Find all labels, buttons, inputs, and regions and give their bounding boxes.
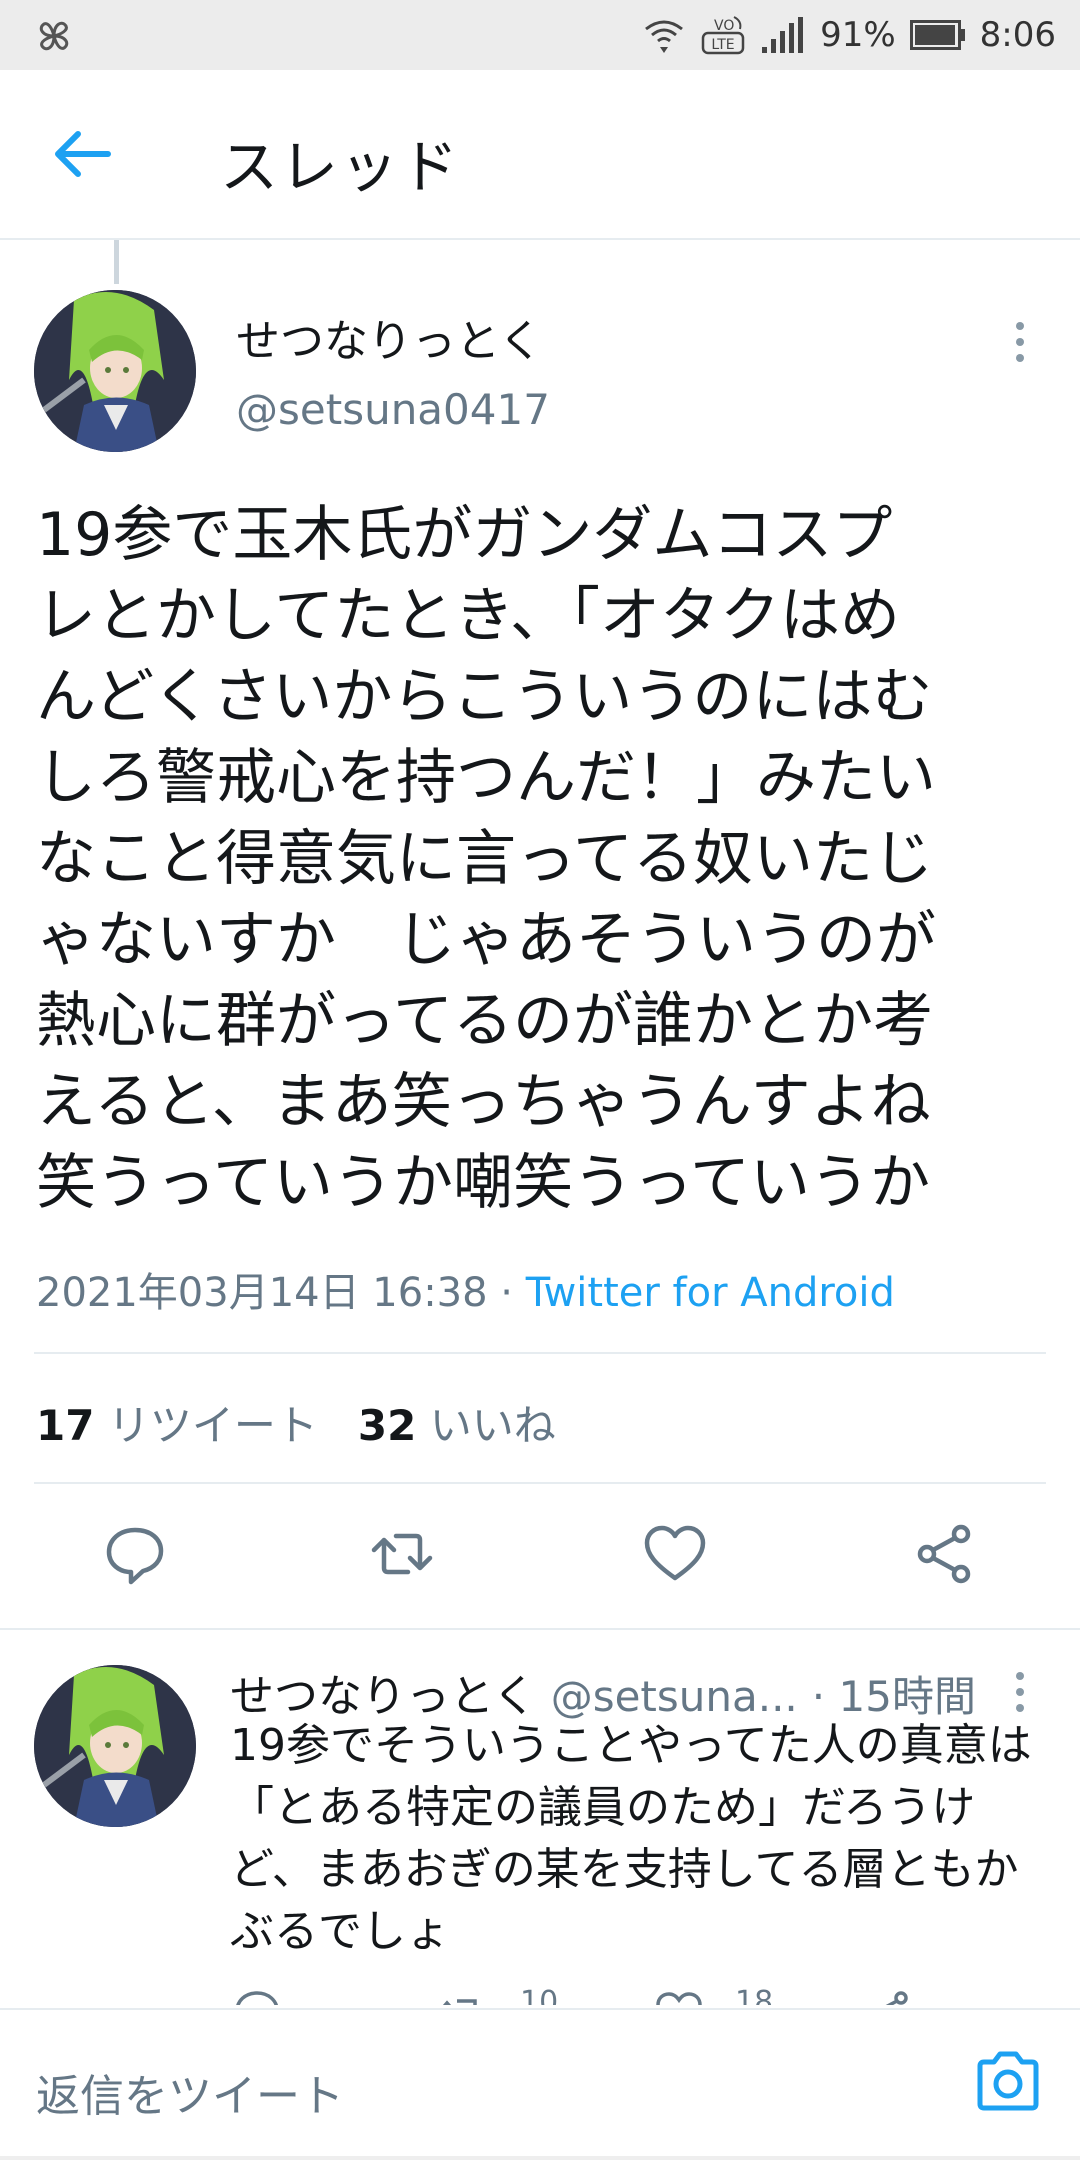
retweet-count: 17 (36, 1401, 95, 1450)
heart-icon[interactable] (643, 1522, 707, 1586)
retweet-label: リツイート (107, 1401, 318, 1450)
thread-screen: LTE VO 91% 8:06 スレッド せつなりっとく @setsuna041… (0, 0, 1080, 2160)
divider (34, 1482, 1046, 1484)
engagement-stats: 17 リツイート 32 いいね (36, 1392, 556, 1453)
bottom-edge (0, 2156, 1080, 2160)
signal-icon (762, 17, 804, 53)
author-name[interactable]: せつなりっとく (236, 305, 543, 369)
wifi-icon (645, 20, 683, 53)
svg-text:VO: VO (714, 18, 734, 34)
reply-icon[interactable] (233, 1989, 281, 2005)
more-vertical-icon[interactable] (1008, 318, 1032, 366)
tweet-source-link[interactable]: Twitter for Android (526, 1270, 895, 1316)
reply-author-handle[interactable]: @setsuna... (551, 1672, 798, 1721)
avatar-illustration (34, 290, 196, 452)
retweet-icon[interactable] (370, 1522, 434, 1586)
reply-text: 19参でそういうことやってた人の真意は 「とある特定の議員のため」だろうけ ど、… (230, 1720, 1032, 1957)
avatar-illustration (34, 1665, 196, 1827)
tweet-separator (0, 1628, 1080, 1630)
tweet-text: 19参で玉木氏がガンダムコスプ レとかしてたとき、「オタクはめ んどくさいからこ… (36, 500, 936, 1218)
avatar[interactable] (34, 290, 196, 452)
retweet-icon[interactable] (437, 1989, 485, 2005)
reply-compose-bar[interactable]: 返信をツイート (0, 2008, 1080, 2160)
reply-input-placeholder[interactable]: 返信をツイート (36, 2060, 344, 2124)
share-icon[interactable] (865, 1989, 913, 2005)
like-label: いいね (429, 1401, 556, 1450)
reply-avatar[interactable] (34, 1665, 196, 1827)
reply-timestamp: · 15時間 (811, 1672, 976, 1721)
camera-icon[interactable] (974, 2050, 1042, 2112)
pinwheel-app-icon (39, 21, 69, 51)
tweet-meta: 2021年03月14日 16:38 · Twitter for Android (36, 1260, 895, 1318)
battery-icon (909, 20, 965, 50)
meta-separator: · (487, 1270, 526, 1316)
author-handle[interactable]: @setsuna0417 (236, 385, 550, 434)
retweet-stat[interactable]: 17 リツイート (36, 1401, 318, 1450)
thread-connector-line (114, 240, 119, 284)
page-title: スレッド (220, 133, 461, 201)
reply-retweet-count: 10 (520, 1985, 559, 2005)
divider (34, 1352, 1046, 1354)
share-icon[interactable] (913, 1522, 977, 1586)
volte-icon: LTE VO (701, 16, 745, 55)
top-bar: スレッド (0, 70, 1080, 240)
like-count: 32 (357, 1401, 417, 1450)
clock: 8:06 (979, 15, 1056, 55)
battery-percent: 91% (820, 15, 896, 55)
reply-action-bar: 10 18 (0, 1985, 1080, 2005)
reply-icon[interactable] (103, 1522, 167, 1586)
heart-icon[interactable] (655, 1989, 703, 2005)
like-stat[interactable]: 32 いいね (358, 1401, 556, 1450)
svg-text:LTE: LTE (711, 37, 734, 53)
status-bar: LTE VO 91% 8:06 (0, 0, 1080, 70)
arrow-left-icon[interactable] (50, 126, 114, 182)
reply-like-count: 18 (735, 1985, 774, 2005)
tweet-date: 2021年03月14日 16:38 (36, 1270, 488, 1316)
more-vertical-icon[interactable] (1008, 1668, 1032, 1716)
